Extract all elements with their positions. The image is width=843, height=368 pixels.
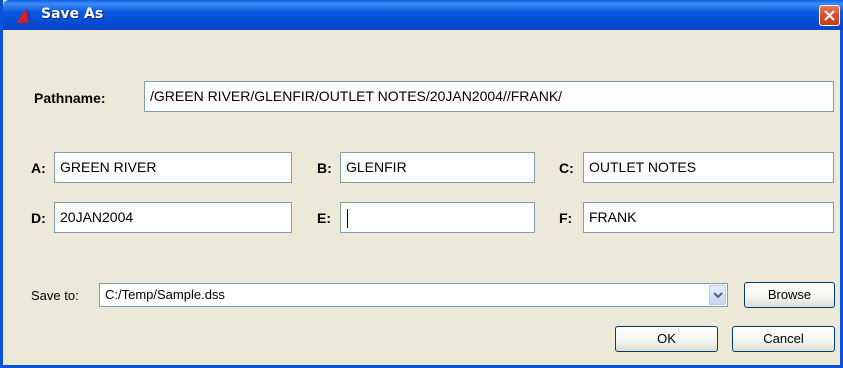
part-c-label: C: [559, 160, 574, 176]
app-icon [16, 7, 36, 24]
part-b-input[interactable]: GLENFIR [340, 152, 535, 183]
part-e-input[interactable] [340, 202, 535, 233]
save-to-combobox[interactable]: C:/Temp/Sample.dss [99, 283, 728, 307]
save-to-value: C:/Temp/Sample.dss [105, 287, 225, 302]
chevron-down-icon [713, 292, 723, 299]
title-bar[interactable]: Save As [3, 0, 843, 30]
part-e-label: E: [317, 210, 331, 226]
part-c-input[interactable]: OUTLET NOTES [583, 152, 834, 183]
dropdown-button[interactable] [709, 285, 726, 305]
save-as-dialog: Save As Pathname: /GREEN RIVER/GLENFIR/O… [0, 0, 843, 368]
pathname-label: Pathname: [34, 90, 106, 106]
part-a-input[interactable]: GREEN RIVER [54, 152, 292, 183]
part-f-input[interactable]: FRANK [583, 202, 834, 233]
part-d-input[interactable]: 20JAN2004 [54, 202, 292, 233]
browse-button[interactable]: Browse [744, 282, 835, 308]
close-button[interactable] [819, 5, 840, 26]
part-f-label: F: [559, 210, 573, 226]
part-d-label: D: [31, 210, 46, 226]
window-title: Save As [41, 6, 104, 22]
part-a-label: A: [31, 160, 46, 176]
cancel-button[interactable]: Cancel [732, 326, 835, 352]
pathname-input[interactable]: /GREEN RIVER/GLENFIR/OUTLET NOTES/20JAN2… [144, 81, 834, 112]
save-to-label: Save to: [31, 288, 79, 303]
close-icon [824, 10, 835, 21]
text-caret [347, 209, 348, 228]
ok-button[interactable]: OK [615, 326, 718, 352]
part-b-label: B: [317, 160, 332, 176]
